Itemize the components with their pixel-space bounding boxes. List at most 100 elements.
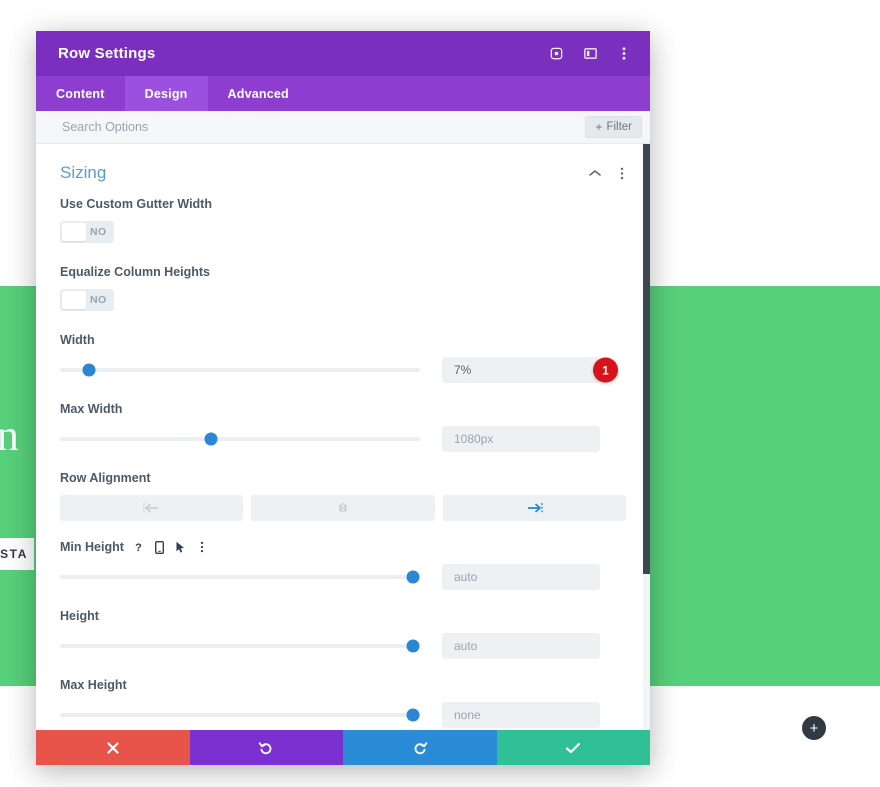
close-icon xyxy=(107,741,119,754)
min-height-value: auto xyxy=(454,570,478,584)
field-use-custom-gutter-width: Use Custom Gutter Width NO xyxy=(36,197,650,246)
label-text: Max Height xyxy=(60,678,127,692)
slider-handle[interactable] xyxy=(406,639,420,653)
label-max-width: Max Width xyxy=(60,402,626,416)
responsive-mobile-icon[interactable] xyxy=(154,540,166,554)
field-max-height: Max Height none xyxy=(36,678,650,728)
min-height-slider[interactable] xyxy=(60,569,420,585)
slider-track xyxy=(60,713,420,717)
tab-design[interactable]: Design xyxy=(124,76,208,111)
label-text: Max Width xyxy=(60,402,123,416)
slider-track xyxy=(60,644,420,648)
align-left-icon[interactable] xyxy=(60,495,244,521)
slider-track xyxy=(60,437,420,441)
align-center-icon[interactable] xyxy=(251,495,435,521)
label-width: Width xyxy=(60,333,626,347)
label-max-height: Max Height xyxy=(60,678,626,692)
more-options-icon[interactable] xyxy=(616,46,632,62)
height-slider[interactable] xyxy=(60,638,420,654)
modal-scrollbar-track[interactable] xyxy=(643,144,650,730)
settings-list: Sizing Use Custom Gutter Width NO Equali… xyxy=(36,144,650,730)
field-max-width: Max Width 1080px xyxy=(36,402,650,452)
field-height: Height auto xyxy=(36,609,650,659)
align-right-icon[interactable] xyxy=(442,495,626,521)
toggle-value: NO xyxy=(90,294,107,306)
max-width-control-row: 1080px xyxy=(60,426,626,452)
field-width: Width 7% 1 xyxy=(36,333,650,383)
toggle-value: NO xyxy=(90,226,107,238)
help-icon[interactable]: ? xyxy=(133,541,145,554)
slider-handle[interactable] xyxy=(406,708,420,722)
tab-content[interactable]: Content xyxy=(36,76,125,111)
toggle-knob xyxy=(62,223,86,241)
height-control-row: auto xyxy=(60,633,626,659)
label-text: Min Height xyxy=(60,540,124,554)
field-equalize-column-heights: Equalize Column Heights NO xyxy=(36,265,650,314)
max-height-value: none xyxy=(454,708,481,722)
annotation-badge-1: 1 xyxy=(593,357,618,383)
filter-button[interactable]: + Filter xyxy=(585,116,642,138)
modal-body: Sizing Use Custom Gutter Width NO Equali… xyxy=(36,144,650,730)
add-section-button[interactable]: + xyxy=(802,716,826,740)
modal-header-actions xyxy=(548,46,632,62)
layout-panel-icon[interactable] xyxy=(582,46,598,62)
max-height-slider[interactable] xyxy=(60,707,420,723)
slider-track xyxy=(60,575,420,579)
hero-cta-button[interactable]: T STA xyxy=(0,538,34,570)
max-width-slider[interactable] xyxy=(60,431,420,447)
width-slider[interactable] xyxy=(60,362,420,378)
save-button[interactable] xyxy=(496,730,650,765)
label-text: Equalize Column Heights xyxy=(60,265,211,279)
toggle-use-custom-gutter-width[interactable]: NO xyxy=(60,221,114,243)
modal-footer xyxy=(36,730,650,765)
undo-icon xyxy=(258,741,272,754)
slider-handle[interactable] xyxy=(406,570,420,584)
field-row-alignment: Row Alignment xyxy=(36,471,650,521)
modal-header: Row Settings xyxy=(36,31,650,76)
modal-scrollbar-thumb[interactable] xyxy=(643,144,650,574)
height-value-field[interactable]: auto xyxy=(442,633,600,659)
modal-tabs: Content Design Advanced xyxy=(36,76,650,111)
section-header-sizing[interactable]: Sizing xyxy=(36,144,650,197)
svg-text:?: ? xyxy=(136,542,143,553)
search-bar: + Filter xyxy=(36,111,650,144)
section-actions-sizing xyxy=(588,167,628,180)
modal-title: Row Settings xyxy=(58,45,156,62)
label-row-alignment: Row Alignment xyxy=(60,471,626,485)
slider-track xyxy=(60,368,420,372)
field-min-height: Min Height ? auto xyxy=(36,540,650,590)
section-title-sizing: Sizing xyxy=(60,163,107,182)
width-value-field[interactable]: 7% 1 xyxy=(442,357,618,383)
search-input[interactable] xyxy=(60,119,586,135)
label-use-custom-gutter-width: Use Custom Gutter Width xyxy=(60,197,626,211)
row-settings-modal: Row Settings Content Design Advanced Sea… xyxy=(36,31,650,765)
min-height-control-row: auto xyxy=(60,564,626,590)
label-text: Row Alignment xyxy=(60,471,151,485)
more-options-icon[interactable] xyxy=(196,541,208,554)
cancel-button[interactable] xyxy=(36,730,190,765)
chevron-up-icon[interactable] xyxy=(588,167,601,180)
hover-cursor-icon[interactable] xyxy=(175,541,187,554)
section-more-options-icon[interactable] xyxy=(615,167,628,180)
toggle-knob xyxy=(62,291,86,309)
max-width-value: 1080px xyxy=(454,432,494,446)
width-control-row: 7% 1 xyxy=(60,357,626,383)
toggle-equalize-column-heights[interactable]: NO xyxy=(60,289,114,311)
undo-button[interactable] xyxy=(189,730,343,765)
min-height-value-field[interactable]: auto xyxy=(442,564,600,590)
max-width-value-field[interactable]: 1080px xyxy=(442,426,600,452)
redo-button[interactable] xyxy=(343,730,497,765)
redo-icon xyxy=(414,741,428,754)
filter-plus-icon: + xyxy=(595,120,603,134)
label-height: Height xyxy=(60,609,626,623)
max-height-control-row: none xyxy=(60,702,626,728)
width-value: 7% xyxy=(454,363,472,377)
focus-target-icon[interactable] xyxy=(548,46,564,62)
slider-handle[interactable] xyxy=(82,363,96,377)
label-text: Width xyxy=(60,333,95,347)
label-text: Height xyxy=(60,609,99,623)
slider-handle[interactable] xyxy=(204,432,218,446)
max-height-value-field[interactable]: none xyxy=(442,702,600,728)
tab-advanced[interactable]: Advanced xyxy=(208,76,309,111)
checkmark-icon xyxy=(566,742,581,753)
